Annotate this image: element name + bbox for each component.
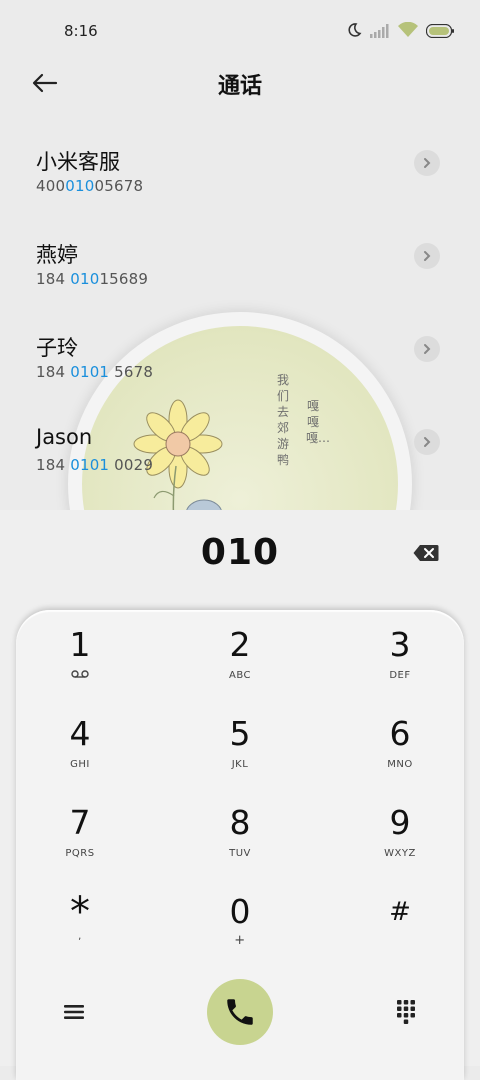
battery-icon — [425, 23, 454, 42]
contact-detail-button[interactable] — [414, 150, 440, 176]
phone-icon — [227, 999, 253, 1025]
chevron-right-icon — [424, 158, 431, 168]
contact-item[interactable]: 燕婷 184 01015689 — [0, 223, 480, 313]
key-2[interactable]: 2 ABC — [170, 626, 310, 706]
key-8[interactable]: 8 TUV — [170, 804, 310, 884]
voicemail-icon — [10, 670, 150, 681]
dialpad-toggle-button[interactable] — [392, 996, 420, 1028]
contact-name: 子玲 — [36, 336, 78, 360]
key-3[interactable]: 3 DEF — [330, 626, 470, 706]
wifi-icon — [398, 21, 418, 42]
contact-detail-button[interactable] — [414, 336, 440, 362]
contact-number: 184 0101 5678 — [36, 363, 154, 381]
call-button[interactable] — [207, 979, 273, 1045]
contact-name: 燕婷 — [36, 243, 78, 267]
key-5[interactable]: 5 JKL — [170, 715, 310, 795]
backspace-icon — [413, 545, 439, 561]
chevron-right-icon — [424, 437, 431, 447]
contact-number: 40001005678 — [36, 177, 144, 195]
key-star[interactable]: * , — [10, 892, 150, 973]
contact-detail-button[interactable] — [414, 243, 440, 269]
moon-icon — [346, 22, 362, 42]
status-time: 8:16 — [64, 22, 98, 40]
chevron-right-icon — [424, 251, 431, 261]
contact-number: 184 01015689 — [36, 270, 149, 288]
chevron-right-icon — [424, 344, 431, 354]
dialed-number: 010 — [200, 532, 280, 573]
contact-number: 184 0101 0029 — [36, 456, 154, 474]
key-6[interactable]: 6 MNO — [330, 715, 470, 795]
menu-button[interactable] — [60, 998, 88, 1026]
key-1[interactable]: 1 — [10, 626, 150, 706]
contact-item[interactable]: 小米客服 40001005678 — [0, 130, 480, 220]
dialpad-icon — [397, 1000, 415, 1024]
signal-icon — [370, 23, 390, 42]
key-hash[interactable]: # — [330, 893, 470, 973]
key-7[interactable]: 7 PQRS — [10, 804, 150, 884]
contact-name: Jason — [36, 425, 93, 449]
key-4[interactable]: 4 GHI — [10, 715, 150, 795]
contact-detail-button[interactable] — [414, 429, 440, 455]
header: 通话 — [0, 62, 480, 106]
menu-icon — [64, 1005, 84, 1019]
page-title: 通话 — [217, 74, 262, 99]
contact-name: 小米客服 — [36, 150, 120, 174]
backspace-button[interactable] — [412, 542, 440, 564]
status-bar: 8:16 — [0, 0, 480, 62]
contact-item[interactable]: Jason 184 0101 0029 — [0, 409, 480, 499]
contact-item[interactable]: 子玲 184 0101 5678 — [0, 316, 480, 406]
key-9[interactable]: 9 WXYZ — [330, 804, 470, 884]
status-icons — [346, 21, 454, 42]
key-0[interactable]: 0 + — [170, 893, 310, 973]
